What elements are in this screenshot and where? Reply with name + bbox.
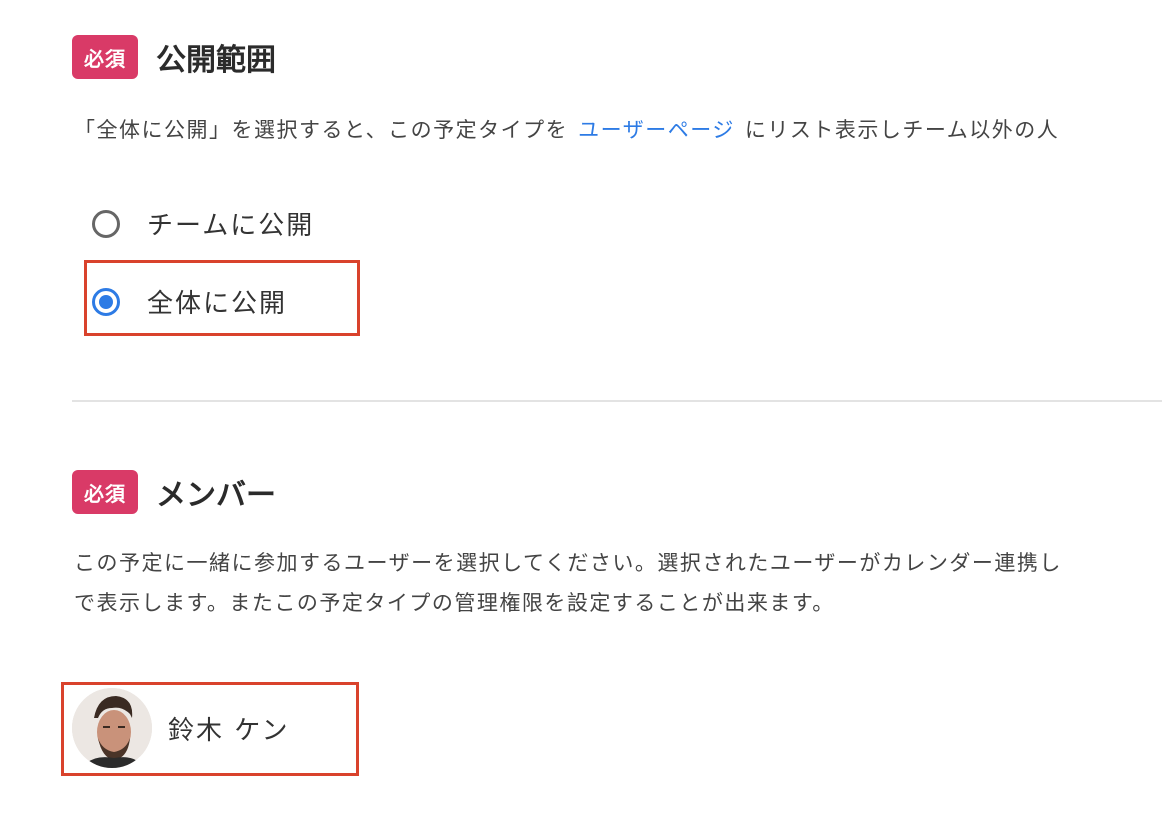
visibility-description: 「全体に公開」を選択すると、この予定タイプを ユーザーページ にリスト表示しチーム以… [74,112,1059,148]
highlight-box-member [61,682,359,776]
visibility-description-after: にリスト表示しチーム以外の人 [744,118,1060,142]
user-page-link[interactable]: ユーザーページ [578,118,735,142]
members-description-line1: この予定に一緒に参加するユーザーを選択してください。選択されたユーザーがカレンダ… [74,551,1062,575]
required-badge: 必須 [72,470,138,514]
visibility-description-before: 「全体に公開」を選択すると、この予定タイプを [74,118,569,142]
required-badge: 必須 [72,35,138,79]
visibility-title: 公開範囲 [156,43,276,78]
settings-page: 必須 公開範囲 「全体に公開」を選択すると、この予定タイプを ユーザーページ にリス… [0,0,1162,834]
members-title: メンバー [156,478,276,513]
highlight-box-public-option [84,260,360,336]
members-description-line2: で表示します。またこの予定タイプの管理権限を設定することが出来ます。 [74,591,835,615]
radio-button-team[interactable] [92,209,120,238]
visibility-section-header: 必須 公開範囲 [72,35,276,79]
section-divider [72,400,1162,402]
members-section-header: 必須 メンバー [72,470,276,514]
radio-label-team: チームに公開 [147,211,315,241]
radio-option-team[interactable]: チームに公開 [92,205,314,242]
